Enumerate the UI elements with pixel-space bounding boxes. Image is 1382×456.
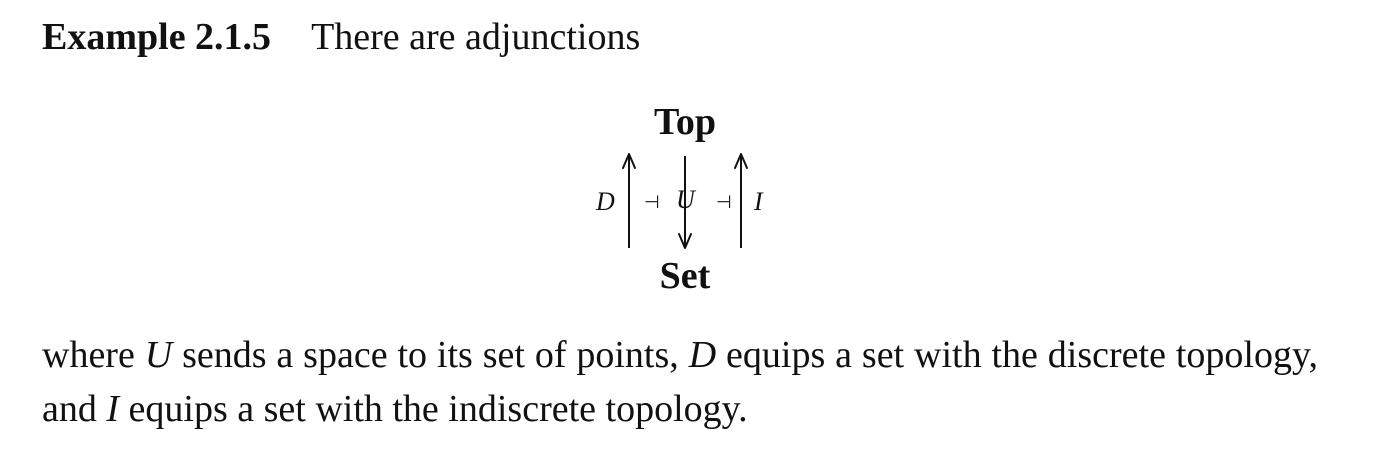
- paragraph-functor-i: I: [106, 388, 120, 430]
- functor-u-label: U: [676, 185, 697, 214]
- top-object-label: Top: [654, 101, 716, 143]
- bottom-object-label: Set: [660, 255, 711, 297]
- paragraph-text-2: sends a space to its set of points,: [172, 334, 689, 376]
- example-heading: Example 2.1.5 There are adjunctions: [42, 14, 640, 60]
- adjoint-symbol-right: ⊣: [716, 192, 732, 213]
- adjunction-diagram-svg: Top D ⊣ U ⊣ I Set: [595, 101, 764, 297]
- paragraph-functor-u: U: [144, 334, 173, 376]
- functor-d-label: D: [595, 187, 615, 216]
- paragraph-text-4: equips a set with the indiscrete topolog…: [119, 388, 748, 430]
- explanation-paragraph: where U sends a space to its set of poin…: [42, 328, 1318, 436]
- paragraph-functor-d: D: [688, 334, 717, 376]
- adjunction-diagram: Top D ⊣ U ⊣ I Set: [580, 96, 800, 306]
- paragraph-text-1: where: [42, 334, 145, 376]
- functor-i-label: I: [753, 187, 764, 216]
- example-intro: There are adjunctions: [311, 16, 641, 58]
- example-label: Example 2.1.5: [42, 16, 272, 58]
- adjoint-symbol-left: ⊣: [644, 192, 660, 213]
